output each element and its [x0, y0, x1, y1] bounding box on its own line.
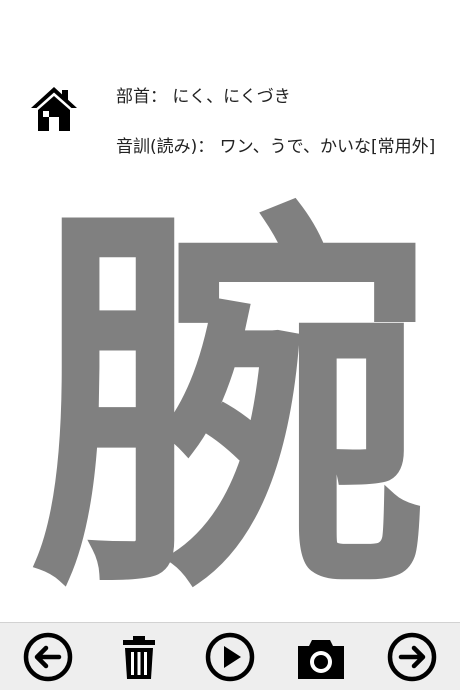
home-icon [31, 87, 77, 131]
next-button[interactable] [386, 631, 438, 683]
kanji-character: 腕 [30, 196, 430, 620]
radical-label: 部首： [116, 87, 167, 107]
camera-button[interactable] [295, 631, 347, 683]
play-circle-icon [205, 632, 255, 682]
home-button[interactable] [28, 82, 80, 134]
arrow-right-circle-icon [387, 632, 437, 682]
delete-button[interactable] [113, 631, 165, 683]
radical-value: にく、にくづき [172, 87, 291, 107]
bottom-toolbar [0, 622, 460, 690]
reading-label: 音訓(読み)： [116, 137, 215, 157]
kanji-display: 腕 [0, 196, 460, 620]
previous-button[interactable] [22, 631, 74, 683]
reading-info: 音訓(読み)： ワン、うで、かいな[常用外] [116, 136, 446, 159]
play-button[interactable] [204, 631, 256, 683]
arrow-left-circle-icon [23, 632, 73, 682]
radical-info: 部首： にく、にくづき [116, 86, 446, 109]
trash-icon [123, 636, 155, 679]
reading-value: ワン、うで、かいな[常用外] [219, 137, 436, 157]
camera-icon [298, 640, 344, 679]
